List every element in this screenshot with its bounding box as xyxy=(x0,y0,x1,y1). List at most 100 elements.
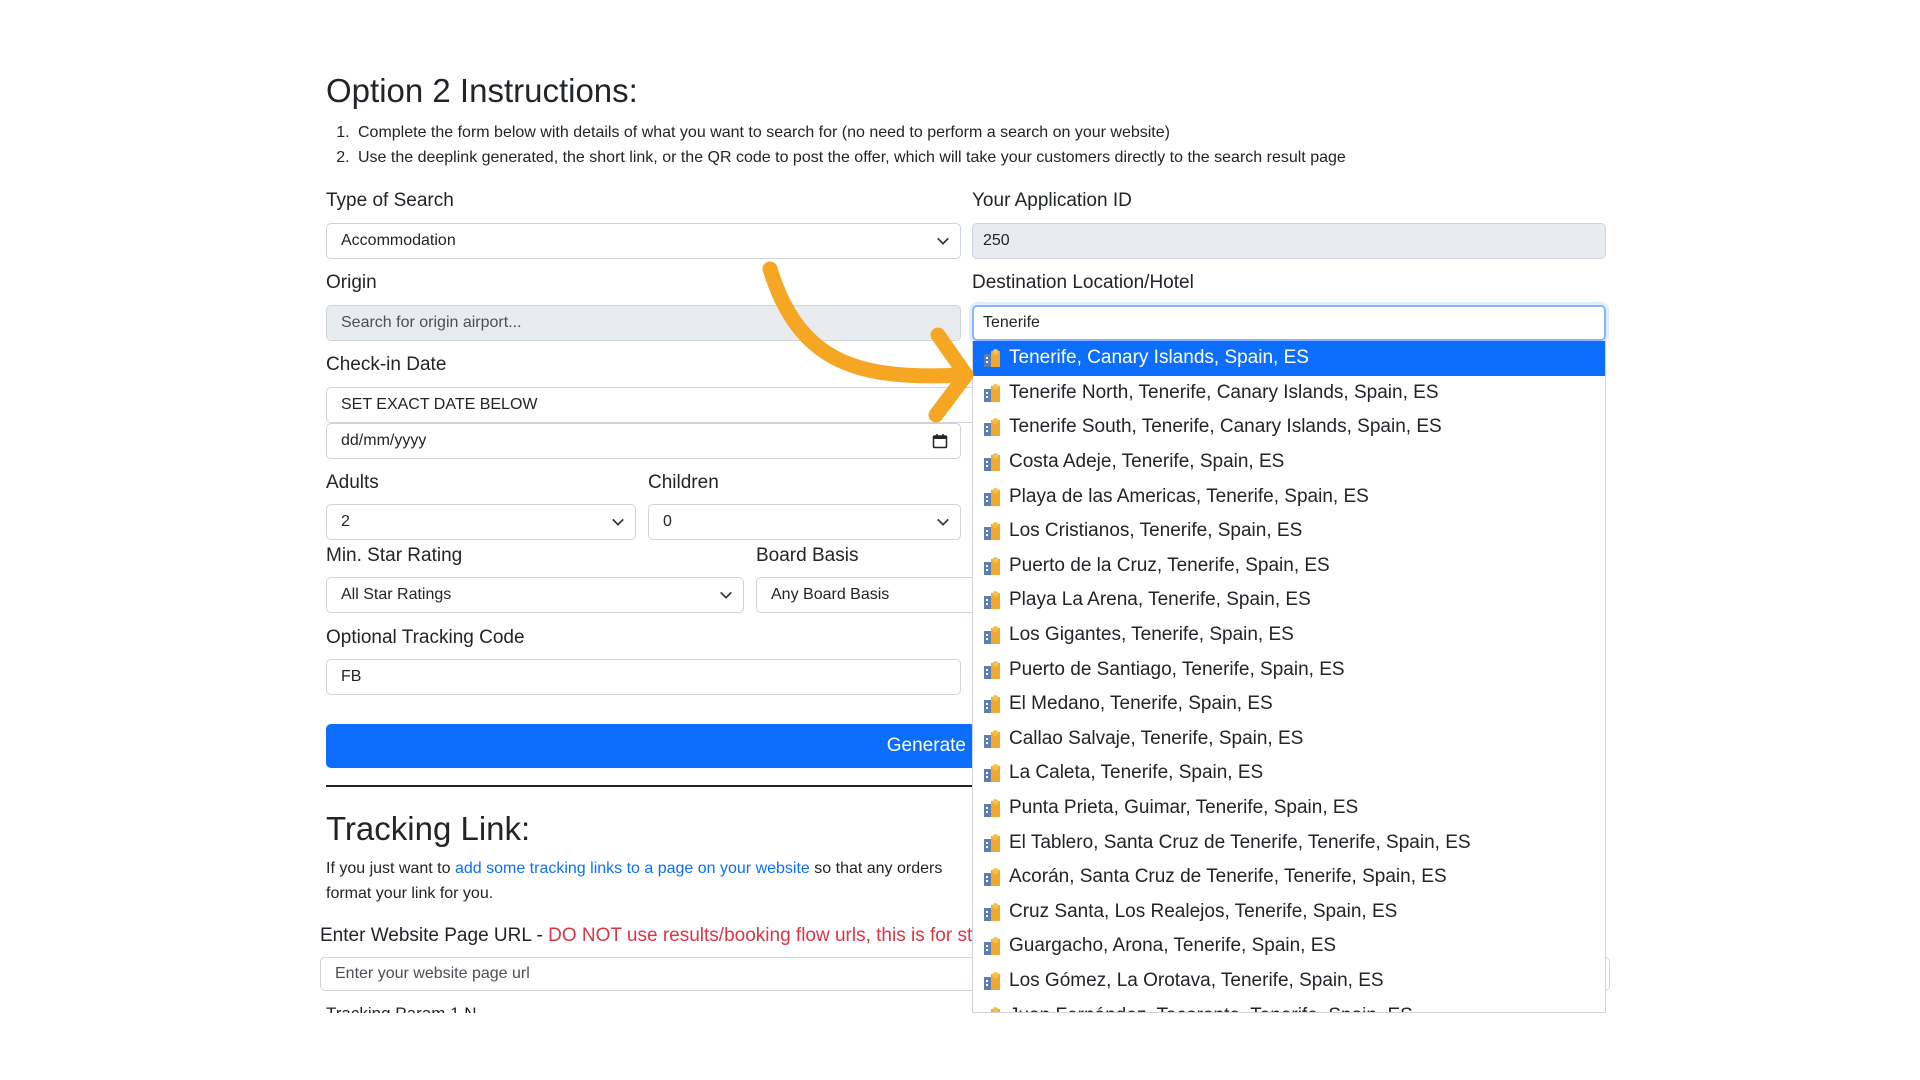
location-icon xyxy=(984,591,1000,610)
page-bottom-margin xyxy=(0,1013,1920,1080)
suggestion-label: Los Gómez, La Orotava, Tenerife, Spain, … xyxy=(1009,969,1384,991)
application-id-input: 250 xyxy=(972,223,1606,259)
star-rating-select[interactable]: All Star Ratings xyxy=(326,577,744,613)
location-icon xyxy=(984,522,1000,541)
location-icon xyxy=(984,971,1000,990)
location-icon xyxy=(984,453,1000,472)
adults-value: 2 xyxy=(341,513,350,530)
generate-button[interactable]: Generate xyxy=(326,724,976,768)
board-basis-label: Board Basis xyxy=(756,545,859,566)
suggestion-label: Los Gigantes, Tenerife, Spain, ES xyxy=(1009,624,1294,646)
suggestion-label: Tenerife North, Tenerife, Canary Islands… xyxy=(1009,381,1439,403)
location-icon xyxy=(984,487,1000,506)
suggestion-label: El Tablero, Santa Cruz de Tenerife, Tene… xyxy=(1009,831,1471,853)
suggestion-item[interactable]: Cruz Santa, Los Realejos, Tenerife, Spai… xyxy=(973,895,1605,930)
website-url-label: Enter Website Page URL - DO NOT use resu… xyxy=(320,925,983,947)
type-of-search-select[interactable]: Accommodation xyxy=(326,223,961,259)
suggestion-item[interactable]: Los Gómez, La Orotava, Tenerife, Spain, … xyxy=(973,964,1605,999)
suggestion-item[interactable]: Juan Fernández, Tacoronte, Tenerife, Spa… xyxy=(973,998,1605,1012)
suggestion-item[interactable]: Playa La Arena, Tenerife, Spain, ES xyxy=(973,583,1605,618)
suggestion-item[interactable]: Los Cristianos, Tenerife, Spain, ES xyxy=(973,514,1605,549)
checkin-date-value: SET EXACT DATE BELOW xyxy=(341,396,538,413)
suggestion-item[interactable]: Guargacho, Arona, Tenerife, Spain, ES xyxy=(973,929,1605,964)
destination-value: Tenerife xyxy=(983,314,1040,331)
children-select[interactable]: 0 xyxy=(648,504,961,540)
board-basis-select[interactable]: Any Board Basis xyxy=(756,577,976,613)
type-of-search-value: Accommodation xyxy=(341,232,456,249)
tracking-text: If you just want to xyxy=(326,860,455,877)
children-label: Children xyxy=(648,472,719,493)
chevron-down-icon xyxy=(937,518,949,526)
tracking-code-value: FB xyxy=(341,668,362,685)
suggestion-label: Cruz Santa, Los Realejos, Tenerife, Spai… xyxy=(1009,900,1398,922)
suggestion-item[interactable]: Callao Salvaje, Tenerife, Spain, ES xyxy=(973,722,1605,757)
location-icon xyxy=(984,626,1000,645)
tracking-link-heading: Tracking Link: xyxy=(326,810,531,847)
suggestion-item[interactable]: Puerto de la Cruz, Tenerife, Spain, ES xyxy=(973,549,1605,584)
destination-suggestions[interactable]: Tenerife, Canary Islands, Spain, ES Tener… xyxy=(972,341,1606,1013)
suggestion-label: Callao Salvaje, Tenerife, Spain, ES xyxy=(1009,727,1304,749)
chevron-down-icon xyxy=(720,591,732,599)
children-value: 0 xyxy=(663,513,672,530)
location-icon xyxy=(984,1006,1000,1012)
application-id-value: 250 xyxy=(983,232,1010,249)
location-icon xyxy=(984,937,1000,956)
suggestion-label: Tenerife, Canary Islands, Spain, ES xyxy=(1009,347,1309,369)
chevron-down-icon xyxy=(937,237,949,245)
location-icon xyxy=(984,833,1000,852)
origin-placeholder: Search for origin airport... xyxy=(341,314,522,331)
location-icon xyxy=(984,383,1000,402)
location-icon xyxy=(984,349,1000,368)
calendar-icon[interactable] xyxy=(932,433,948,449)
adults-label: Adults xyxy=(326,472,379,493)
tracking-text: so that any orders xyxy=(809,860,943,877)
website-url-placeholder: Enter your website page url xyxy=(335,965,530,982)
suggestion-item[interactable]: La Caleta, Tenerife, Spain, ES xyxy=(973,756,1605,791)
suggestion-label: El Medano, Tenerife, Spain, ES xyxy=(1009,693,1273,715)
location-icon xyxy=(984,764,1000,783)
star-rating-value: All Star Ratings xyxy=(341,586,452,603)
suggestion-label: Playa de las Americas, Tenerife, Spain, … xyxy=(1009,485,1369,507)
date-placeholder: dd/mm/yyyy xyxy=(341,432,427,449)
tracking-code-label: Optional Tracking Code xyxy=(326,627,525,648)
suggestion-label: Tenerife South, Tenerife, Canary Islands… xyxy=(1009,416,1442,438)
location-icon xyxy=(984,660,1000,679)
tracking-code-input[interactable]: FB xyxy=(326,659,961,695)
suggestion-label: Playa La Arena, Tenerife, Spain, ES xyxy=(1009,589,1311,611)
location-icon xyxy=(984,902,1000,921)
suggestion-item[interactable]: Playa de las Americas, Tenerife, Spain, … xyxy=(973,479,1605,514)
chevron-down-icon xyxy=(612,518,624,526)
suggestion-label: Costa Adeje, Tenerife, Spain, ES xyxy=(1009,451,1285,473)
suggestion-item[interactable]: Acorán, Santa Cruz de Tenerife, Tenerife… xyxy=(973,860,1605,895)
suggestion-item[interactable]: Tenerife South, Tenerife, Canary Islands… xyxy=(973,410,1605,445)
adults-select[interactable]: 2 xyxy=(326,504,636,540)
origin-label: Origin xyxy=(326,272,377,293)
suggestion-item[interactable]: Puerto de Santiago, Tenerife, Spain, ES xyxy=(973,652,1605,687)
tracking-links-link[interactable]: add some tracking links to a page on you… xyxy=(455,860,810,877)
suggestion-label: Punta Prieta, Guimar, Tenerife, Spain, E… xyxy=(1009,797,1359,819)
instruction-step: Use the deeplink generated, the short li… xyxy=(354,145,1346,170)
location-icon xyxy=(984,729,1000,748)
location-icon xyxy=(984,418,1000,437)
suggestion-item[interactable]: Tenerife, Canary Islands, Spain, ES xyxy=(973,341,1605,376)
suggestion-item[interactable]: Tenerife North, Tenerife, Canary Islands… xyxy=(973,376,1605,411)
suggestion-item[interactable]: Los Gigantes, Tenerife, Spain, ES xyxy=(973,618,1605,653)
suggestion-label: Puerto de la Cruz, Tenerife, Spain, ES xyxy=(1009,554,1330,576)
tracking-text: format your link for you. xyxy=(326,885,494,902)
suggestion-label: Acorán, Santa Cruz de Tenerife, Tenerife… xyxy=(1009,866,1447,888)
destination-label: Destination Location/Hotel xyxy=(972,272,1194,293)
suggestion-item[interactable]: El Tablero, Santa Cruz de Tenerife, Tene… xyxy=(973,825,1605,860)
tracking-description: If you just want to add some tracking li… xyxy=(326,856,1026,906)
suggestion-item[interactable]: Punta Prieta, Guimar, Tenerife, Spain, E… xyxy=(973,791,1605,826)
star-rating-label: Min. Star Rating xyxy=(326,545,463,566)
section-divider xyxy=(326,785,976,787)
suggestion-item[interactable]: El Medano, Tenerife, Spain, ES xyxy=(973,687,1605,722)
suggestion-label: Puerto de Santiago, Tenerife, Spain, ES xyxy=(1009,658,1345,680)
destination-input[interactable]: Tenerife xyxy=(972,305,1606,341)
location-icon xyxy=(984,868,1000,887)
suggestion-item[interactable]: Costa Adeje, Tenerife, Spain, ES xyxy=(973,445,1605,480)
annotation-arrow xyxy=(762,261,974,423)
page-title: Option 2 Instructions: xyxy=(326,72,638,109)
suggestion-label: La Caleta, Tenerife, Spain, ES xyxy=(1009,762,1264,784)
board-basis-value: Any Board Basis xyxy=(771,586,890,603)
